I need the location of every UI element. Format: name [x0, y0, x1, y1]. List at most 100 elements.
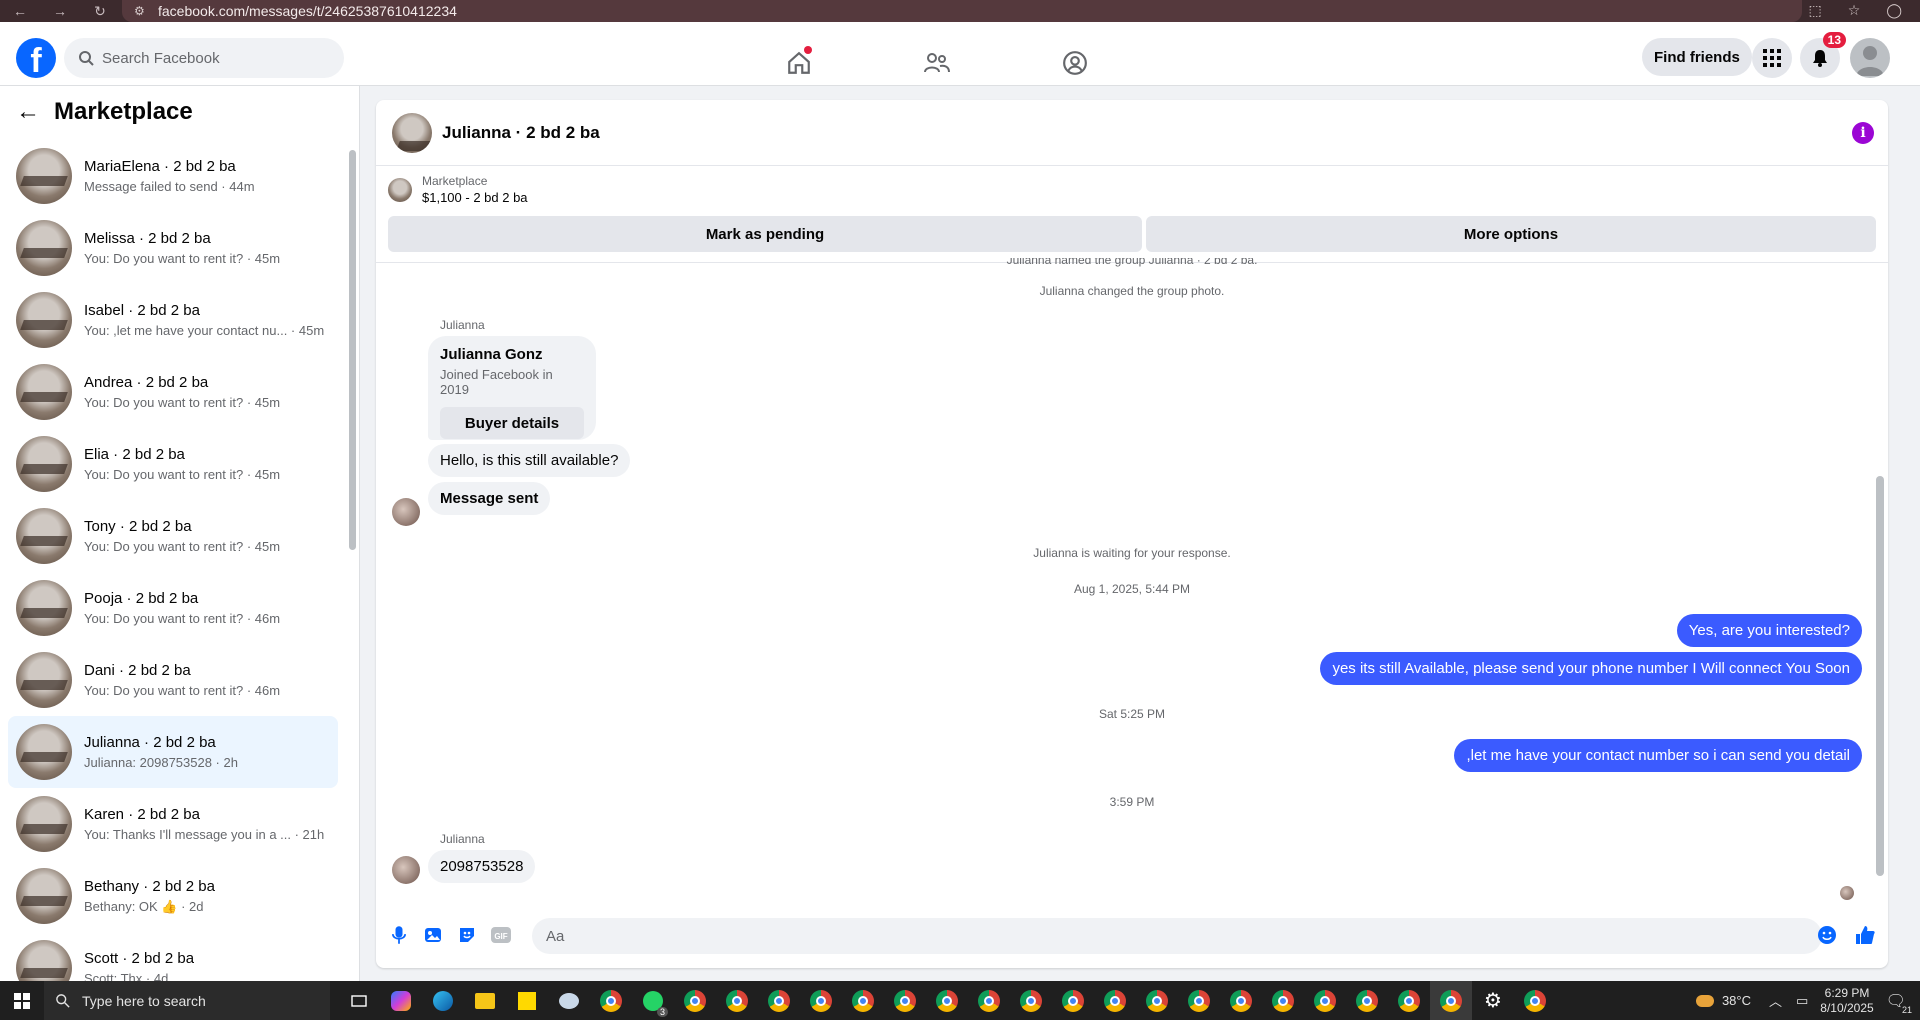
- settings-icon[interactable]: ⚙: [1472, 981, 1514, 1020]
- conversation-preview: Scott: Thx · 4d: [84, 971, 169, 981]
- scrollbar-thumb[interactable]: [349, 150, 356, 550]
- chrome-icon[interactable]: [842, 981, 884, 1020]
- chrome-icon[interactable]: [1262, 981, 1304, 1020]
- photo-icon[interactable]: [422, 924, 444, 946]
- weather-icon[interactable]: [1695, 994, 1714, 1007]
- chrome-icon[interactable]: [1052, 981, 1094, 1020]
- paint-icon[interactable]: [548, 981, 590, 1020]
- chrome-icon[interactable]: [1010, 981, 1052, 1020]
- chrome-icon[interactable]: [800, 981, 842, 1020]
- conversation-item[interactable]: MariaElena · 2 bd 2 ba Message failed to …: [8, 140, 338, 212]
- more-options-button[interactable]: More options: [1146, 216, 1876, 252]
- like-thumb-icon[interactable]: [1854, 924, 1876, 946]
- conversation-item[interactable]: Julianna · 2 bd 2 ba Julianna: 2098753528…: [8, 716, 338, 788]
- forward-icon[interactable]: →: [40, 3, 80, 19]
- conversation-item[interactable]: Melissa · 2 bd 2 ba You: Do you want to r…: [8, 212, 338, 284]
- chrome-icon[interactable]: [590, 981, 632, 1020]
- task-view-icon[interactable]: [338, 981, 380, 1020]
- file-explorer-icon[interactable]: [464, 981, 506, 1020]
- sticky-notes-icon[interactable]: [506, 981, 548, 1020]
- bookmark-star-icon[interactable]: ☆: [1848, 2, 1861, 19]
- nav-profile[interactable]: [1056, 44, 1094, 82]
- gif-icon[interactable]: GIF: [490, 924, 512, 946]
- listing-thumbnail: [16, 220, 72, 276]
- system-tray: 38°C ︿ ▭ 6:29 PM 8/10/2025 🗨 21: [1695, 981, 1920, 1020]
- back-arrow-icon[interactable]: ←: [16, 98, 40, 126]
- address-bar[interactable]: ⚙ facebook.com/messages/t/24625387610412…: [122, 0, 1802, 22]
- chat-scrollbar[interactable]: [1876, 266, 1884, 896]
- sender-avatar[interactable]: [392, 856, 420, 884]
- facebook-logo[interactable]: f: [16, 38, 56, 80]
- message-input[interactable]: [532, 918, 1822, 954]
- temperature[interactable]: 38°C: [1722, 993, 1751, 1008]
- listing-thumbnail: [16, 508, 72, 564]
- chrome-icon[interactable]: [1220, 981, 1262, 1020]
- search-box[interactable]: Search Facebook: [64, 38, 344, 78]
- chevron-up-icon[interactable]: ︿: [1769, 991, 1782, 1010]
- chrome-icon[interactable]: [1094, 981, 1136, 1020]
- site-settings-icon[interactable]: ⚙: [134, 4, 145, 18]
- chrome-icon-active[interactable]: [1430, 981, 1472, 1020]
- listing-summary[interactable]: Marketplace $1,100 - 2 bd 2 ba: [388, 174, 528, 205]
- conversation-item[interactable]: Karen · 2 bd 2 ba You: Thanks I'll messag…: [8, 788, 338, 860]
- sidebar-scrollbar[interactable]: [349, 150, 357, 550]
- chat-title[interactable]: Julianna · 2 bd 2 ba: [442, 123, 600, 143]
- emoji-icon[interactable]: [1816, 924, 1838, 946]
- chrome-icon[interactable]: [674, 981, 716, 1020]
- conversation-item[interactable]: Pooja · 2 bd 2 ba You: Do you want to ren…: [8, 572, 338, 644]
- chrome-icon[interactable]: [1178, 981, 1220, 1020]
- install-icon[interactable]: ⬚: [1809, 2, 1822, 19]
- back-icon[interactable]: ←: [0, 3, 40, 19]
- edge-icon[interactable]: [422, 981, 464, 1020]
- conversation-item[interactable]: Andrea · 2 bd 2 ba You: Do you want to re…: [8, 356, 338, 428]
- copilot-icon[interactable]: [380, 981, 422, 1020]
- notification-center-icon[interactable]: 🗨 21: [1886, 991, 1912, 1015]
- chrome-icon[interactable]: [758, 981, 800, 1020]
- chrome-icon[interactable]: [1388, 981, 1430, 1020]
- chat-avatar[interactable]: [392, 112, 432, 153]
- conversation-item[interactable]: Elia · 2 bd 2 ba You: Do you want to rent…: [8, 428, 338, 500]
- profile-icon[interactable]: ◯: [1886, 2, 1902, 19]
- nav-home[interactable]: [780, 44, 818, 82]
- device-icon[interactable]: ▭: [1796, 993, 1808, 1009]
- account-avatar[interactable]: [1850, 38, 1890, 78]
- chrome-icon[interactable]: [1346, 981, 1388, 1020]
- taskbar-search[interactable]: Type here to search: [44, 981, 330, 1020]
- conversation-item[interactable]: Bethany · 2 bd 2 ba Bethany: OK 👍 · 2d: [8, 860, 338, 932]
- chrome-icon[interactable]: [968, 981, 1010, 1020]
- conversation-item[interactable]: Scott · 2 bd 2 ba Scott: Thx · 4d: [8, 932, 338, 981]
- notification-badge: 13: [1822, 32, 1846, 48]
- browser-toolbar: ← → ↻ ⚙ facebook.com/messages/t/24625387…: [0, 0, 1920, 22]
- microphone-icon[interactable]: [388, 924, 410, 946]
- chrome-icon[interactable]: [1136, 981, 1178, 1020]
- chrome-icon[interactable]: [1304, 981, 1346, 1020]
- conversation-preview: You: Do you want to rent it? · 45m: [84, 539, 281, 554]
- chrome-icon[interactable]: [716, 981, 758, 1020]
- facebook-header: f Search Facebook Find friends 13: [0, 22, 1920, 86]
- buyer-details-button[interactable]: Buyer details: [440, 407, 584, 439]
- clock[interactable]: 6:29 PM 8/10/2025: [1820, 986, 1873, 1016]
- center-nav: [780, 44, 1094, 82]
- info-icon[interactable]: i: [1852, 122, 1874, 144]
- notifications-button[interactable]: 13: [1800, 32, 1846, 78]
- conversation-item[interactable]: Dani · 2 bd 2 ba You: Do you want to rent…: [8, 644, 338, 716]
- start-button[interactable]: [0, 981, 44, 1020]
- chrome-icon[interactable]: [926, 981, 968, 1020]
- find-friends-button[interactable]: Find friends: [1642, 38, 1752, 76]
- reload-icon[interactable]: ↻: [80, 3, 120, 20]
- conversation-item[interactable]: Isabel · 2 bd 2 ba You: ,let me have your…: [8, 284, 338, 356]
- conversation-name: Dani · 2 bd 2 ba: [84, 662, 191, 679]
- mark-as-pending-button[interactable]: Mark as pending: [388, 216, 1142, 252]
- menu-button[interactable]: [1752, 38, 1792, 78]
- whatsapp-badge: 3: [656, 1007, 668, 1017]
- sticker-icon[interactable]: [456, 924, 478, 946]
- conversation-text: Isabel · 2 bd 2 ba You: ,let me have your…: [84, 302, 324, 338]
- chrome-icon[interactable]: [884, 981, 926, 1020]
- sender-avatar[interactable]: [392, 498, 420, 526]
- listing-category: Marketplace: [422, 174, 488, 188]
- nav-friends[interactable]: [918, 44, 956, 82]
- scrollbar-thumb[interactable]: [1876, 476, 1884, 876]
- chrome-icon[interactable]: [1514, 981, 1556, 1020]
- whatsapp-icon[interactable]: 3: [632, 981, 674, 1020]
- conversation-item[interactable]: Tony · 2 bd 2 ba You: Do you want to rent…: [8, 500, 338, 572]
